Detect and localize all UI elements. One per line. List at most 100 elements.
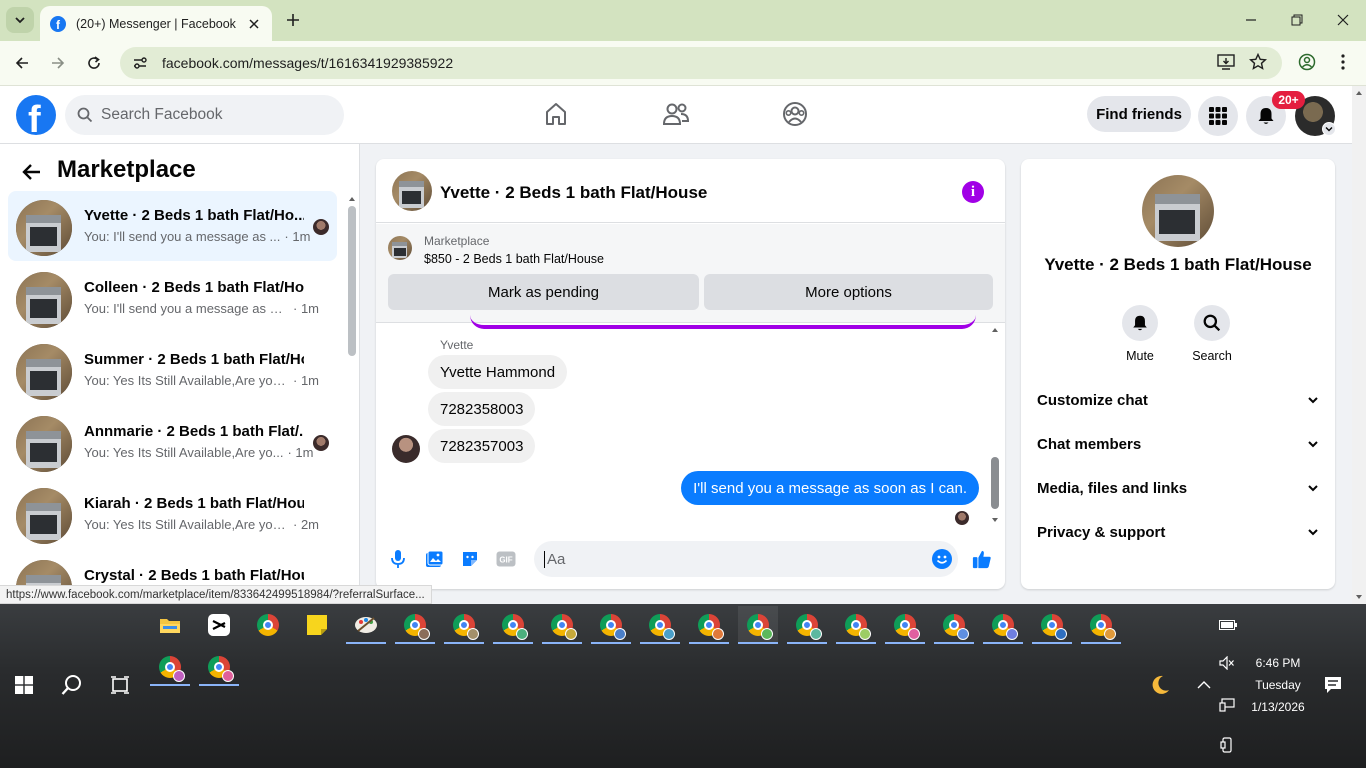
message-input[interactable] (544, 550, 914, 568)
nav-home-button[interactable] (542, 100, 570, 128)
emoji-button[interactable] (932, 549, 952, 569)
restore-button[interactable] (1285, 8, 1309, 32)
chrome-profile-window[interactable] (591, 606, 631, 644)
message-input-box[interactable] (534, 541, 958, 577)
mark-as-pending-button[interactable]: Mark as pending (388, 274, 699, 310)
chrome-profile-window[interactable] (787, 606, 827, 644)
browser-profile-button[interactable] (1296, 51, 1318, 73)
start-button[interactable] (4, 666, 44, 704)
bookmark-button[interactable] (1247, 51, 1269, 73)
taskbar-search-button[interactable] (52, 666, 92, 704)
conversation-item[interactable]: Kiarah · 2 Beds 1 bath Flat/House You: Ye… (8, 479, 337, 549)
nav-groups-button[interactable] (781, 100, 809, 128)
chrome-profile-window[interactable] (934, 606, 974, 644)
find-friends-button[interactable]: Find friends (1087, 96, 1191, 132)
chrome-profile-window[interactable] (1081, 606, 1121, 644)
chrome-profile-window[interactable] (493, 606, 533, 644)
attach-photo-button[interactable] (424, 549, 444, 569)
new-tab-button[interactable] (282, 9, 304, 31)
customize-chat-section[interactable]: Customize chat (1037, 385, 1319, 415)
search-in-conversation-button[interactable]: Search (1182, 305, 1242, 363)
conversation-item[interactable]: Summer · 2 Beds 1 bath Flat/Ho... You: Ye… (8, 335, 337, 405)
outgoing-message[interactable]: I'll send you a message as soon as I can… (681, 471, 979, 505)
volume-tray-button[interactable] (1207, 644, 1247, 682)
listing-thumbnail[interactable] (388, 236, 412, 260)
minimize-button[interactable] (1239, 8, 1263, 32)
gif-button[interactable]: GIF (496, 549, 516, 569)
chrome-profile-window[interactable] (983, 606, 1023, 644)
chrome-profile-window[interactable] (542, 606, 582, 644)
conversation-name: Summer · 2 Beds 1 bath Flat/Ho... (84, 351, 304, 368)
listing-avatar[interactable] (392, 171, 432, 211)
sticky-notes-button[interactable] (297, 606, 337, 644)
scroll-thumb[interactable] (991, 457, 999, 509)
notification-center-button[interactable] (1313, 666, 1353, 704)
conversation-info-button[interactable]: i (962, 181, 984, 203)
incoming-message[interactable]: 7282358003 (428, 392, 536, 426)
contact-avatar[interactable] (1142, 175, 1214, 247)
tab-close-button[interactable] (246, 16, 262, 32)
site-settings-icon[interactable] (132, 55, 148, 71)
paint-app-button[interactable] (346, 606, 386, 644)
conversation-list-scrollbar[interactable] (346, 194, 358, 604)
account-chevron-button[interactable] (1322, 122, 1336, 136)
mute-button[interactable]: Mute (1110, 305, 1170, 363)
clock-day[interactable]: Tuesday (1250, 678, 1306, 692)
chrome-profile-window[interactable] (640, 606, 680, 644)
chrome-profile-window[interactable] (1032, 606, 1072, 644)
menu-button[interactable] (1198, 96, 1238, 136)
back-to-chats-button[interactable] (20, 160, 44, 184)
reload-button[interactable] (82, 51, 106, 75)
incoming-message[interactable]: Yvette Hammond (428, 355, 568, 389)
sender-avatar[interactable] (392, 435, 420, 463)
weather-tray-button[interactable] (1140, 666, 1180, 704)
clock-time[interactable]: 6:46 PM (1250, 656, 1306, 670)
browser-tab-active[interactable]: f (20+) Messenger | Facebook (40, 6, 272, 41)
chrome-profile-window[interactable] (444, 606, 484, 644)
task-view-button[interactable] (100, 666, 140, 704)
message-scrollbar[interactable] (988, 323, 1002, 529)
voice-clip-button[interactable] (388, 549, 408, 569)
tab-search-button[interactable] (6, 7, 34, 33)
conversation-item[interactable]: Colleen · 2 Beds 1 bath Flat/House You: I… (8, 263, 337, 333)
scroll-up-icon (1356, 91, 1362, 95)
forward-button[interactable] (46, 51, 70, 75)
page-scrollbar[interactable] (1352, 86, 1366, 604)
privacy-support-section[interactable]: Privacy & support (1037, 517, 1319, 547)
chat-members-section[interactable]: Chat members (1037, 429, 1319, 459)
browser-menu-button[interactable] (1332, 51, 1354, 73)
facebook-search[interactable] (65, 95, 344, 135)
network-tray-button[interactable] (1207, 686, 1247, 724)
chat-title[interactable]: Yvette · 2 Beds 1 bath Flat/House (440, 183, 707, 203)
close-window-button[interactable] (1331, 8, 1355, 32)
preview-text: You: Yes Its Still Available,Are you i..… (84, 373, 289, 388)
chrome-profile-window[interactable] (885, 606, 925, 644)
more-options-button[interactable]: More options (704, 274, 993, 310)
chrome-pinned-button[interactable] (248, 606, 288, 644)
chrome-profile-window[interactable] (836, 606, 876, 644)
nav-friends-button[interactable] (662, 100, 690, 128)
chrome-profile-window[interactable] (199, 648, 239, 686)
address-bar[interactable]: facebook.com/messages/t/1616341929385922 (120, 47, 1282, 79)
conversation-item[interactable]: Annmarie · 2 Beds 1 bath Flat/... You: Ye… (8, 407, 337, 477)
facebook-logo[interactable]: f (16, 95, 56, 135)
scroll-thumb[interactable] (348, 206, 356, 356)
conversation-item[interactable]: Yvette · 2 Beds 1 bath Flat/Ho... You: I'… (8, 191, 337, 261)
battery-tray-icon[interactable] (1208, 606, 1248, 644)
listing-title[interactable]: $850 - 2 Beds 1 bath Flat/House (424, 252, 604, 266)
clock-date[interactable]: 1/13/2026 (1246, 700, 1310, 714)
chrome-profile-window-active[interactable] (738, 606, 778, 644)
file-explorer-button[interactable] (150, 606, 190, 644)
chrome-profile-window[interactable] (689, 606, 729, 644)
media-files-links-section[interactable]: Media, files and links (1037, 473, 1319, 503)
sticker-button[interactable] (460, 549, 480, 569)
back-button[interactable] (10, 51, 34, 75)
install-app-button[interactable] (1215, 51, 1237, 73)
phone-link-tray-button[interactable] (1207, 726, 1247, 764)
search-input[interactable] (101, 106, 321, 124)
capcut-button[interactable] (199, 606, 239, 644)
chrome-profile-window[interactable] (395, 606, 435, 644)
incoming-message[interactable]: 7282357003 (428, 429, 536, 463)
send-like-button[interactable] (972, 549, 992, 569)
chrome-profile-window[interactable] (150, 648, 190, 686)
